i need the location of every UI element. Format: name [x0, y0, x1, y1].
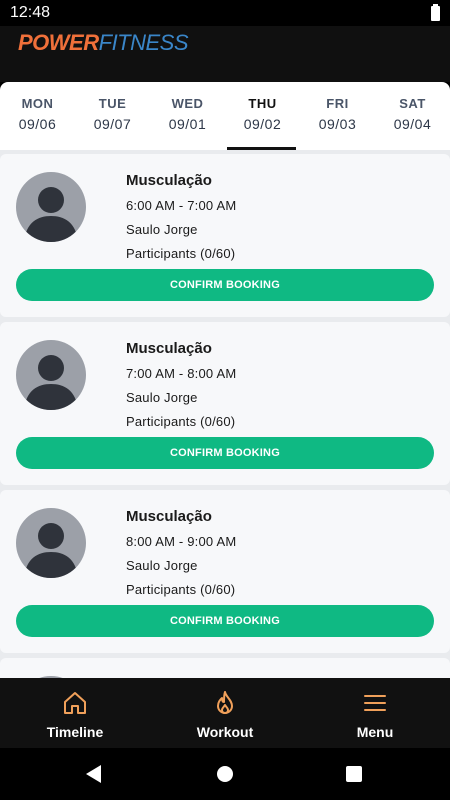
tab-day-fri[interactable]: FRI 09/03	[300, 82, 375, 150]
day-date: 09/02	[243, 116, 282, 132]
menu-icon	[364, 695, 386, 711]
tab-day-thu[interactable]: THU 09/02	[225, 82, 300, 150]
status-bar: 12:48	[0, 0, 450, 26]
class-time: 8:00 AM - 9:00 AM	[126, 534, 237, 549]
nav-item-menu[interactable]: Menu	[300, 678, 450, 748]
brand-logo-part2: FITNESS	[98, 30, 189, 55]
bottom-navigation: Timeline Workout Menu	[0, 678, 450, 748]
day-name: THU	[248, 96, 277, 111]
class-instructor: Saulo Jorge	[126, 222, 198, 237]
home-circle-icon[interactable]	[217, 766, 233, 782]
day-name: MON	[21, 96, 54, 111]
class-card: Musculação 6:00 AM - 7:00 AM Saulo Jorge…	[0, 154, 450, 317]
confirm-booking-button[interactable]: CONFIRM BOOKING	[16, 605, 434, 637]
person-icon	[24, 523, 78, 578]
class-info: Musculação 6:00 AM - 7:00 AM Saulo Jorge…	[126, 172, 236, 261]
class-instructor: Saulo Jorge	[126, 390, 198, 405]
confirm-booking-button[interactable]: CONFIRM BOOKING	[16, 437, 434, 469]
day-date: 09/01	[168, 116, 207, 132]
class-instructor: Saulo Jorge	[126, 558, 198, 573]
brand-logo-part1: POWER	[18, 30, 99, 55]
class-title: Musculação	[126, 508, 212, 525]
nav-item-timeline[interactable]: Timeline	[0, 678, 150, 748]
nav-label: Timeline	[46, 724, 104, 740]
system-navigation-bar	[0, 748, 450, 800]
class-card	[0, 658, 450, 678]
class-title: Musculação	[126, 340, 212, 357]
tab-day-mon[interactable]: MON 09/06	[0, 82, 75, 150]
tab-day-tue[interactable]: TUE 09/07	[75, 82, 150, 150]
day-date: 09/07	[93, 116, 132, 132]
person-icon	[24, 355, 78, 410]
instructor-avatar	[16, 340, 86, 410]
class-participants: Participants (0/60)	[126, 246, 236, 261]
day-tabs: MON 09/06 TUE 09/07 WED 09/01 THU 09/02 …	[0, 82, 450, 150]
day-name: FRI	[326, 96, 349, 111]
day-date: 09/04	[393, 116, 432, 132]
home-icon	[64, 692, 86, 714]
class-info: Musculação 7:00 AM - 8:00 AM Saulo Jorge…	[126, 340, 236, 429]
day-date: 09/06	[18, 116, 57, 132]
class-info: Musculação 8:00 AM - 9:00 AM Saulo Jorge…	[126, 508, 236, 597]
app-header: POWERFITNESS	[0, 26, 450, 82]
class-title: Musculação	[126, 172, 212, 189]
instructor-avatar	[16, 172, 86, 242]
battery-icon	[431, 4, 440, 21]
class-participants: Participants (0/60)	[126, 582, 236, 597]
tab-day-wed[interactable]: WED 09/01	[150, 82, 225, 150]
day-name: TUE	[98, 96, 127, 111]
brand-logo: POWERFITNESS	[18, 30, 189, 56]
status-time: 12:48	[10, 4, 51, 21]
day-name: WED	[171, 96, 204, 111]
nav-label: Menu	[356, 724, 394, 740]
tab-day-sat[interactable]: SAT 09/04	[375, 82, 450, 150]
class-card: Musculação 8:00 AM - 9:00 AM Saulo Jorge…	[0, 490, 450, 653]
nav-item-workout[interactable]: Workout	[150, 678, 300, 748]
person-icon	[24, 187, 78, 242]
class-time: 7:00 AM - 8:00 AM	[126, 366, 237, 381]
class-time: 6:00 AM - 7:00 AM	[126, 198, 237, 213]
nav-label: Workout	[196, 724, 254, 740]
day-name: SAT	[399, 96, 426, 111]
day-date: 09/03	[318, 116, 357, 132]
back-icon[interactable]	[86, 765, 101, 783]
instructor-avatar	[16, 508, 86, 578]
confirm-booking-button[interactable]: CONFIRM BOOKING	[16, 269, 434, 301]
class-card: Musculação 7:00 AM - 8:00 AM Saulo Jorge…	[0, 322, 450, 485]
class-participants: Participants (0/60)	[126, 414, 236, 429]
recent-apps-icon[interactable]	[346, 766, 362, 782]
class-list[interactable]: Musculação 6:00 AM - 7:00 AM Saulo Jorge…	[0, 150, 450, 678]
flame-icon	[217, 691, 233, 714]
